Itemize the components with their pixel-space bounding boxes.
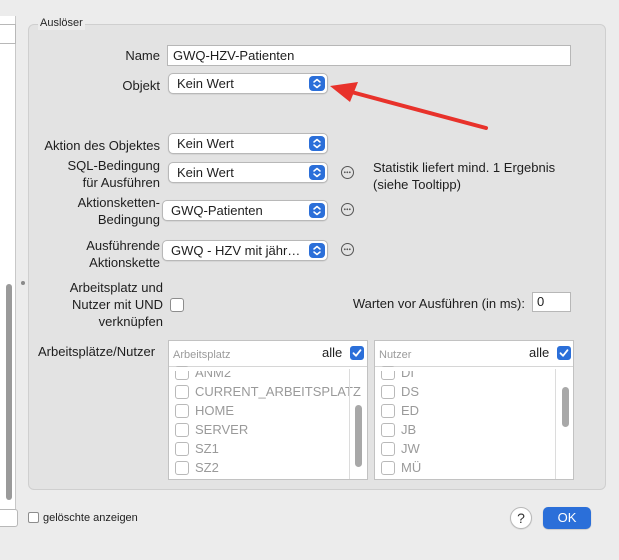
name-label: Name	[125, 48, 160, 63]
split-handle[interactable]	[21, 281, 25, 285]
kette-bed-label-line1: Aktionsketten-	[77, 195, 160, 210]
sql-hint: Statistik liefert mind. 1 Ergebnis (sieh…	[373, 159, 555, 193]
list-item[interactable]: SERVER	[175, 420, 248, 439]
deleted-label: gelöschte anzeigen	[43, 512, 138, 524]
list-item-checkbox[interactable]	[381, 441, 395, 456]
sql-hint-line1: Statistik liefert mind. 1 Ergebnis	[373, 160, 556, 175]
list-item[interactable]: CURRENT_ARBEITSPLATZ	[175, 382, 361, 401]
list-item-checkbox[interactable]	[175, 403, 189, 418]
list-clip-edge	[169, 367, 367, 371]
list-clip-edge	[375, 367, 573, 371]
sidebar-scrollbar[interactable]	[6, 284, 12, 500]
list-item[interactable]: MÜ	[381, 458, 421, 477]
chevron-updown-icon	[309, 243, 325, 258]
list-item-label: HOME	[195, 402, 234, 418]
arbeitsplatz-alle-checkbox[interactable]	[350, 346, 364, 360]
list-item[interactable]: SZ2	[175, 458, 219, 477]
aktion-label: Aktion des Objektes	[44, 138, 160, 153]
list-item-label: SZ1	[195, 440, 219, 456]
sidebar-header-cell	[0, 24, 16, 44]
list-item-label: CURRENT_ARBEITSPLATZ	[195, 383, 361, 399]
nutzer-list[interactable]: Nutzer alle DI DS ED JB JW MÜ	[374, 340, 574, 480]
list-item-checkbox[interactable]	[381, 384, 395, 399]
sidebar-footer-field[interactable]	[0, 509, 18, 527]
sql-label-line1: SQL-Bedingung	[67, 158, 160, 173]
name-field[interactable]: GWQ-HZV-Patienten	[167, 45, 571, 66]
list-item-label: JW	[401, 440, 420, 456]
group-title: Auslöser	[38, 17, 85, 30]
warten-value: 0	[537, 294, 545, 309]
nutzer-alle-checkbox[interactable]	[557, 346, 571, 360]
list-item-checkbox[interactable]	[175, 384, 189, 399]
sql-popup[interactable]: Kein Wert	[168, 162, 328, 183]
list-item-checkbox[interactable]	[381, 460, 395, 475]
kette-popup[interactable]: GWQ - HZV mit jähr…	[162, 240, 328, 261]
ellipsis-circle-icon[interactable]	[341, 166, 354, 179]
list-item[interactable]: ED	[381, 401, 419, 420]
list-item-label: MÜ	[401, 459, 422, 475]
list-item[interactable]: DI	[381, 363, 414, 382]
list-item-checkbox[interactable]	[175, 422, 189, 437]
list-item-label: DS	[401, 383, 420, 399]
kette-bed-popup[interactable]: GWQ-Patienten	[162, 200, 328, 221]
kette-bed-value: GWQ-Patienten	[171, 203, 263, 218]
list-item[interactable]: JB	[381, 420, 416, 439]
name-field-value: GWQ-HZV-Patienten	[173, 48, 295, 63]
kette-bed-label-line2: Bedingung	[97, 212, 160, 227]
list-item-label: JB	[401, 421, 417, 437]
sql-label-line2: für Ausführen	[82, 175, 160, 190]
list-item-checkbox[interactable]	[381, 403, 395, 418]
warten-field[interactable]: 0	[532, 292, 571, 312]
arbeitsplatz-placeholder: Arbeitsplatz	[173, 349, 231, 361]
scroll-track-divider	[555, 369, 556, 479]
list-item[interactable]: JW	[381, 439, 420, 458]
ellipsis-circle-icon[interactable]	[341, 203, 354, 216]
objekt-popup[interactable]: Kein Wert	[168, 73, 328, 94]
sql-value: Kein Wert	[177, 165, 234, 180]
list-item-checkbox[interactable]	[381, 422, 395, 437]
list-item-checkbox[interactable]	[175, 460, 189, 475]
arbeitsplatz-scrollbar[interactable]	[355, 405, 362, 467]
chevron-updown-icon	[309, 136, 325, 151]
kette-label-line2: Aktionskette	[89, 255, 160, 270]
list-item-label: SERVER	[195, 421, 249, 437]
ellipsis-circle-icon[interactable]	[341, 243, 354, 256]
list-item-checkbox[interactable]	[175, 441, 189, 456]
ok-button[interactable]: OK	[543, 507, 591, 529]
red-arrow-icon	[330, 82, 488, 130]
nutzer-placeholder: Nutzer	[379, 349, 412, 361]
deleted-checkbox[interactable]	[28, 512, 39, 523]
aktion-popup[interactable]: Kein Wert	[168, 133, 328, 154]
list-item-label: ED	[401, 402, 420, 418]
kette-value: GWQ - HZV mit jähr…	[171, 243, 301, 258]
list-item[interactable]: SZ1	[175, 439, 219, 458]
list-item-label: SZ2	[195, 459, 219, 475]
und-label-line2: Nutzer mit UND	[71, 297, 163, 312]
und-label-line1: Arbeitsplatz und	[69, 280, 163, 295]
objekt-label: Objekt	[122, 78, 160, 93]
warten-label: Warten vor Ausführen (in ms):	[352, 296, 525, 311]
list-item[interactable]: DS	[381, 382, 419, 401]
chevron-updown-icon	[309, 165, 325, 180]
list-item[interactable]: HOME	[175, 401, 234, 420]
nutzer-alle-label: alle	[529, 345, 550, 360]
kette-label-line1: Ausführende	[86, 238, 160, 253]
ap-nutzer-label: Arbeitsplätze/Nutzer	[38, 344, 156, 359]
arbeitsplatz-alle-label: alle	[322, 345, 343, 360]
und-label-line3: verknüpfen	[98, 314, 163, 329]
nutzer-scrollbar[interactable]	[562, 387, 569, 427]
help-button[interactable]: ?	[510, 507, 532, 529]
chevron-updown-icon	[309, 203, 325, 218]
sql-hint-line2: (siehe Tooltipp)	[373, 177, 461, 192]
scroll-track-divider	[349, 369, 350, 479]
objekt-value: Kein Wert	[177, 76, 234, 91]
aktion-value: Kein Wert	[177, 136, 234, 151]
list-item[interactable]: ANM2	[175, 363, 231, 382]
arbeitsplatz-list[interactable]: Arbeitsplatz alle ANM2 CURRENT_ARBEITSPL…	[168, 340, 368, 480]
und-checkbox[interactable]	[170, 298, 184, 312]
